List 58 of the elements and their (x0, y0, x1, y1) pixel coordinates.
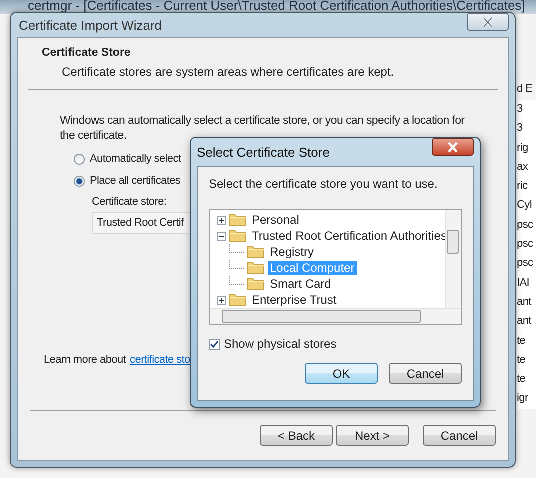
folder-icon (247, 261, 265, 275)
table-cell-text: te (517, 334, 527, 349)
next-button[interactable]: Next > (336, 425, 409, 446)
folder-icon (229, 229, 247, 243)
cancel-button[interactable]: Cancel (389, 363, 462, 384)
learn-more-text: Learn more about (44, 354, 126, 366)
cancel-button[interactable]: Cancel (423, 425, 496, 446)
expander-icon[interactable] (217, 232, 226, 240)
table-cell-text: ant (517, 314, 533, 330)
certificate-store-link[interactable]: certificate sto (130, 354, 190, 366)
folder-icon (247, 277, 265, 291)
table-cell-text: te (517, 372, 527, 388)
vertical-scrollbar[interactable] (445, 210, 461, 308)
table-cell-text: rig (517, 140, 530, 156)
tree-item[interactable]: Trusted Root Certification Authorities (250, 229, 449, 243)
field-label: Certificate store: (92, 196, 168, 208)
tree-item[interactable]: Registry (268, 245, 316, 259)
expander-icon[interactable] (217, 216, 226, 224)
radio-label[interactable]: Place all certificates (90, 175, 181, 187)
tree-item[interactable]: Enterprise Trust (250, 293, 339, 307)
ok-button[interactable]: OK (305, 363, 378, 384)
window-title: Certificate Import Wizard (18, 18, 162, 32)
folder-icon (229, 213, 247, 227)
table-cell-text: psc (517, 218, 534, 233)
table-cell-text: psc (517, 256, 534, 272)
radio-label[interactable]: Automatically select (90, 153, 182, 165)
table-cell-text: Cyl (517, 198, 533, 214)
tree-item[interactable]: Personal (250, 213, 302, 227)
window-title: certmgr - [Certificates - Current User\Trusted Root Certification Authorities\Certificates] (28, 0, 526, 13)
table-cell-text: te (517, 352, 527, 368)
page-subtitle: Certificate stores are system areas where certificates are kept. (61, 65, 396, 79)
back-button[interactable]: < Back (260, 425, 333, 446)
close-icon (446, 142, 460, 152)
prompt-text: Select the certificate store you want to use. (209, 177, 439, 191)
close-icon (481, 16, 495, 28)
checkbox[interactable] (209, 338, 220, 350)
tree-item[interactable]: Smart Card (268, 277, 334, 291)
table-cell-text: ric (517, 179, 529, 194)
table-cell-text: IAI (517, 276, 531, 291)
radio-button[interactable] (74, 154, 85, 164)
dialog-title: Select Certificate Store (197, 144, 330, 160)
description-text: Windows can automatically select a certificate store, or you can specify a location for the certificate. (60, 114, 466, 144)
folder-icon (247, 245, 265, 259)
close-button[interactable] (467, 13, 509, 31)
close-button[interactable] (432, 138, 474, 156)
table-cell-text: psc (517, 237, 534, 252)
table-cell-text: ant (517, 294, 533, 310)
checkbox-label[interactable]: Show physical stores (224, 337, 337, 351)
expander-icon[interactable] (217, 296, 226, 304)
page-title: Certificate Store (42, 47, 132, 59)
table-cell-text: igr (517, 391, 530, 406)
table-cell-text: 3 (517, 121, 524, 136)
column-header: d E (517, 78, 536, 100)
folder-icon (229, 293, 247, 307)
horizontal-scrollbar[interactable] (210, 308, 461, 324)
table-cell-text: 3 (517, 102, 524, 117)
radio-button[interactable] (74, 176, 85, 186)
table-cell-text: ax (517, 160, 530, 175)
